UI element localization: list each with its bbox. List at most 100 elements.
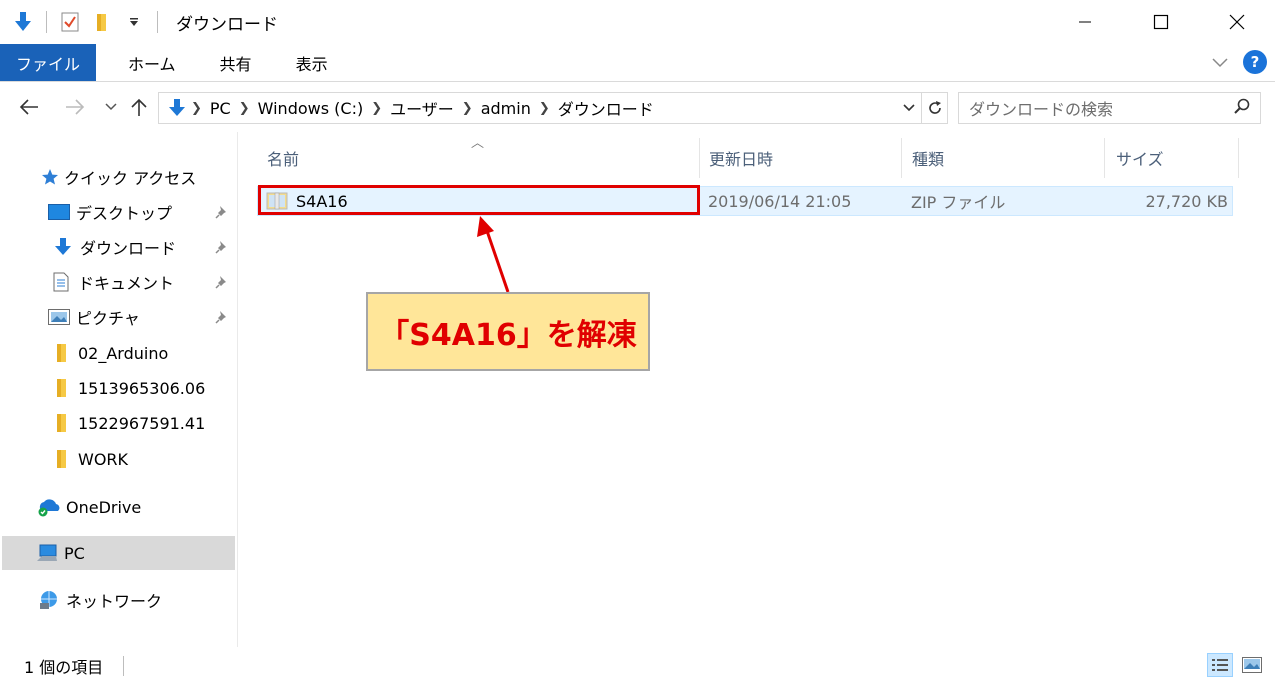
- up-arrow-icon[interactable]: [124, 92, 154, 122]
- folder-icon: [50, 377, 72, 399]
- nav-item-network[interactable]: ネットワーク: [38, 584, 162, 616]
- search-input[interactable]: ダウンロードの検索: [958, 92, 1261, 124]
- breadcrumb-pc[interactable]: PC: [204, 99, 237, 118]
- customize-toolbar-dropdown-icon[interactable]: [123, 11, 145, 33]
- column-header-type[interactable]: 種類: [912, 138, 944, 178]
- close-button[interactable]: [1199, 0, 1275, 44]
- nav-item-label: PC: [64, 543, 85, 563]
- nav-item-label: ドキュメント: [78, 274, 175, 293]
- nav-item-folder[interactable]: 1513965306.06: [50, 372, 205, 404]
- onedrive-cloud-icon: [36, 496, 62, 518]
- pin-icon[interactable]: [215, 309, 231, 325]
- nav-item-downloads[interactable]: ダウンロード: [52, 231, 238, 263]
- download-arrow-icon: [12, 11, 34, 33]
- title-bar: ダウンロード: [0, 0, 1275, 44]
- column-divider[interactable]: [1238, 138, 1239, 178]
- navigation-row: ❯ PC ❯ Windows (C:) ❯ ユーザー ❯ admin ❯ ダウン…: [0, 82, 1275, 132]
- new-folder-icon[interactable]: [91, 11, 113, 33]
- pin-icon[interactable]: [215, 204, 231, 220]
- breadcrumb-admin[interactable]: admin: [475, 99, 537, 118]
- nav-item-label: ダウンロード: [80, 239, 177, 258]
- details-view-icon[interactable]: [1207, 653, 1233, 677]
- column-divider[interactable]: [1104, 138, 1105, 178]
- breadcrumb: ❯ PC ❯ Windows (C:) ❯ ユーザー ❯ admin ❯ ダウン…: [159, 93, 897, 123]
- properties-icon[interactable]: [59, 11, 81, 33]
- nav-item-label: ピクチャ: [76, 309, 140, 328]
- nav-item-documents[interactable]: ドキュメント: [50, 266, 238, 298]
- location-download-icon: [165, 99, 189, 117]
- chevron-right-icon[interactable]: ❯: [460, 101, 475, 116]
- tab-view[interactable]: 表示: [278, 44, 346, 81]
- window-controls: [1047, 0, 1275, 44]
- toolbar-divider: [46, 11, 47, 33]
- toolbar-divider: [157, 11, 158, 33]
- nav-item-onedrive[interactable]: OneDrive: [36, 491, 141, 523]
- breadcrumb-drive-c[interactable]: Windows (C:): [252, 99, 370, 118]
- nav-item-label: 1522967591.41: [78, 413, 206, 433]
- sort-ascending-caret-icon: ︿: [471, 136, 485, 151]
- column-header-date[interactable]: 更新日時: [709, 138, 773, 178]
- column-divider[interactable]: [699, 138, 700, 178]
- instruction-callout: 「S4A16」を解凍: [366, 292, 650, 371]
- chevron-right-icon[interactable]: ❯: [369, 101, 384, 116]
- chevron-right-icon[interactable]: ❯: [537, 101, 552, 116]
- desktop-icon: [48, 201, 70, 223]
- folder-icon: [50, 412, 72, 434]
- folder-icon: [50, 448, 72, 470]
- nav-item-label: OneDrive: [66, 497, 142, 517]
- chevron-right-icon[interactable]: ❯: [189, 101, 204, 116]
- address-history-dropdown-icon[interactable]: [897, 93, 921, 123]
- minimize-button[interactable]: [1047, 0, 1123, 44]
- tab-file[interactable]: ファイル: [0, 44, 97, 81]
- highlight-box: [258, 185, 700, 215]
- recent-locations-chevron-icon[interactable]: [96, 92, 126, 122]
- picture-icon: [48, 306, 70, 328]
- nav-item-folder[interactable]: 1522967591.41: [50, 407, 205, 439]
- pin-icon[interactable]: [215, 239, 231, 255]
- chevron-right-icon[interactable]: ❯: [237, 101, 252, 116]
- view-toggle: [1207, 653, 1265, 677]
- forward-arrow-icon[interactable]: [60, 92, 90, 122]
- column-divider[interactable]: [901, 138, 902, 178]
- nav-item-pc[interactable]: PC: [2, 536, 235, 570]
- window-title: ダウンロード: [176, 14, 278, 35]
- nav-item-folder[interactable]: WORK: [50, 443, 128, 475]
- nav-quick-access[interactable]: クイック アクセス: [40, 161, 196, 193]
- tab-home[interactable]: ホーム: [110, 44, 194, 81]
- document-icon: [50, 271, 72, 293]
- nav-item-label: クイック アクセス: [64, 169, 197, 188]
- column-header-size[interactable]: サイズ: [1116, 138, 1164, 178]
- star-icon: [40, 166, 60, 188]
- breadcrumb-users[interactable]: ユーザー: [384, 96, 460, 120]
- nav-item-desktop[interactable]: デスクトップ: [48, 196, 238, 228]
- nav-item-label: デスクトップ: [76, 204, 173, 223]
- pin-icon[interactable]: [215, 274, 231, 290]
- column-header-name[interactable]: 名前: [267, 138, 299, 178]
- status-divider: [123, 655, 125, 676]
- address-bar[interactable]: ❯ PC ❯ Windows (C:) ❯ ユーザー ❯ admin ❯ ダウン…: [158, 92, 948, 124]
- large-icons-view-icon[interactable]: [1239, 653, 1265, 677]
- nav-item-label: 1513965306.06: [78, 378, 206, 398]
- breadcrumb-downloads[interactable]: ダウンロード: [552, 96, 660, 120]
- help-button[interactable]: ?: [1243, 50, 1267, 74]
- search-icon: [1234, 98, 1250, 118]
- download-arrow-icon: [52, 236, 74, 258]
- maximize-button[interactable]: [1123, 0, 1199, 44]
- file-type-cell: ZIP ファイル: [911, 193, 1006, 212]
- nav-item-folder[interactable]: 02_Arduino: [50, 337, 168, 369]
- status-bar: 1 個の項目: [0, 647, 1275, 684]
- search-placeholder: ダウンロードの検索: [969, 100, 1114, 119]
- navigation-pane: クイック アクセス デスクトップ ダウンロード ドキュメント ピクチャ 02_A…: [0, 132, 238, 647]
- nav-item-pictures[interactable]: ピクチャ: [48, 301, 238, 333]
- nav-item-label: ネットワーク: [66, 592, 163, 611]
- nav-item-label: 02_Arduino: [78, 343, 169, 363]
- quick-access-toolbar: ダウンロード: [0, 0, 278, 44]
- computer-icon: [36, 542, 58, 564]
- expand-ribbon-chevron-icon[interactable]: [1211, 53, 1229, 72]
- tab-share[interactable]: 共有: [202, 44, 270, 81]
- folder-icon: [50, 342, 72, 364]
- ribbon-right-controls: ?: [1211, 50, 1267, 74]
- refresh-icon[interactable]: [921, 93, 947, 123]
- back-arrow-icon[interactable]: [14, 92, 44, 122]
- item-count: 1 個の項目: [24, 657, 104, 677]
